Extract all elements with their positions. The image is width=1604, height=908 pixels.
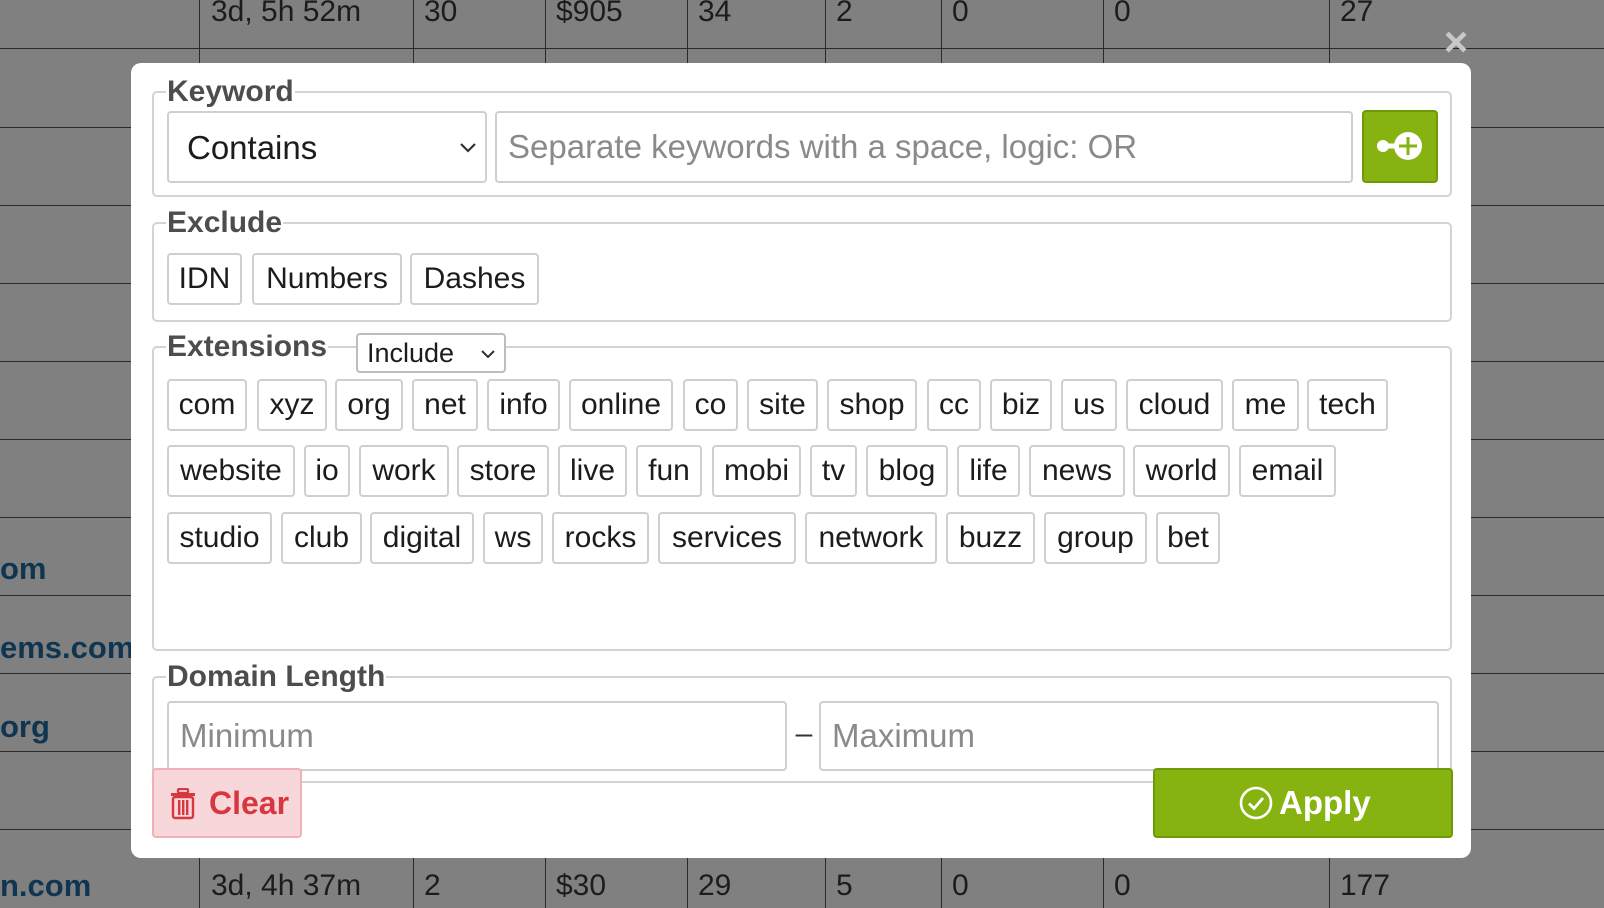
exclude-numbers-toggle[interactable]: Numbers (252, 253, 402, 305)
domain-link[interactable]: n.com (0, 870, 91, 902)
extension-chip[interactable]: net (412, 379, 478, 431)
extension-chip[interactable]: tech (1307, 379, 1388, 431)
domain-link[interactable]: om (0, 553, 47, 585)
exclude-group: Exclude IDN Numbers Dashes (152, 206, 1452, 322)
extension-chip[interactable]: bet (1156, 512, 1220, 564)
extensions-legend: Extensions (167, 330, 328, 363)
keyword-group: Keyword Contains Separate keywords with … (152, 75, 1452, 197)
trash-icon (170, 787, 196, 828)
extension-chip[interactable]: shop (827, 379, 917, 431)
exclude-idn-toggle[interactable]: IDN (167, 253, 242, 305)
check-circle-icon (1239, 786, 1273, 828)
extension-chip[interactable]: site (747, 379, 818, 431)
extension-chip[interactable]: live (558, 445, 627, 497)
extension-chip[interactable]: xyz (257, 379, 327, 431)
clear-label: Clear (209, 785, 290, 821)
extension-chip[interactable]: rocks (552, 512, 649, 564)
extension-chip[interactable]: work (359, 445, 449, 497)
extension-chip[interactable]: website (167, 445, 295, 497)
extension-chip[interactable]: life (957, 445, 1020, 497)
extension-chip[interactable]: club (281, 512, 362, 564)
apply-button[interactable]: Apply (1153, 768, 1453, 838)
close-icon[interactable]: × (1436, 21, 1476, 63)
extension-chip[interactable]: digital (370, 512, 474, 564)
extension-chip[interactable]: co (683, 379, 738, 431)
range-separator: – (795, 717, 813, 750)
add-keyword-icon (1377, 132, 1422, 160)
table-cell: 27 (1340, 0, 1374, 28)
add-keyword-button[interactable] (1362, 110, 1438, 183)
extension-chip[interactable]: fun (636, 445, 702, 497)
table-cell: 3d, 4h 37m (211, 869, 362, 902)
extension-chip[interactable]: biz (990, 379, 1052, 431)
extension-chip[interactable]: ws (483, 512, 543, 564)
table-cell: 0 (1114, 869, 1131, 902)
extension-chip[interactable]: cc (927, 379, 981, 431)
extensions-group: Extensions com xyz org net info online c… (152, 330, 1452, 651)
keyword-mode-value: Contains (187, 129, 318, 166)
extension-chip[interactable]: cloud (1126, 379, 1223, 431)
table-cell: 0 (952, 0, 969, 28)
max-length-input[interactable]: Maximum (819, 701, 1439, 771)
domain-link[interactable]: ems.com (0, 632, 134, 664)
extension-chip[interactable]: network (805, 512, 937, 564)
table-cell: 5 (836, 869, 853, 902)
row-divider (0, 48, 1604, 49)
extension-chip[interactable]: email (1239, 445, 1336, 497)
extensions-mode-value: Include (367, 338, 455, 368)
table-cell: $30 (556, 869, 607, 902)
table-cell: 0 (1114, 0, 1131, 28)
chevron-down-icon (480, 335, 496, 371)
table-cell: 177 (1340, 869, 1391, 902)
extension-chip[interactable]: services (658, 512, 796, 564)
keyword-mode-select[interactable]: Contains (167, 111, 487, 183)
table-cell: 3d, 5h 52m (211, 0, 362, 28)
table-cell: 2 (836, 0, 853, 28)
domain-link[interactable]: org (0, 711, 50, 743)
extensions-mode-select[interactable]: Include (356, 333, 506, 373)
extension-chip[interactable]: org (335, 379, 403, 431)
filter-modal: Keyword Contains Separate keywords with … (131, 63, 1471, 858)
extension-chip[interactable]: group (1044, 512, 1147, 564)
chevron-down-icon (459, 113, 477, 181)
table-cell: $905 (556, 0, 623, 28)
table-cell: 29 (698, 869, 732, 902)
table-cell: 30 (424, 0, 458, 28)
extension-chip[interactable]: store (457, 445, 549, 497)
table-cell: 34 (698, 0, 732, 28)
table-cell: 0 (952, 869, 969, 902)
extension-chip[interactable]: me (1232, 379, 1299, 431)
extension-chip[interactable]: news (1029, 445, 1125, 497)
domain-length-legend: Domain Length (167, 660, 386, 693)
apply-label: Apply (1279, 784, 1371, 821)
min-length-input[interactable]: Minimum (167, 701, 787, 771)
extension-chip[interactable]: buzz (946, 512, 1035, 564)
extension-chip[interactable]: studio (167, 512, 272, 564)
extension-chip[interactable]: online (569, 379, 673, 431)
keyword-input[interactable]: Separate keywords with a space, logic: O… (495, 111, 1353, 183)
extension-chip[interactable]: io (304, 445, 350, 497)
extension-chip[interactable]: com (167, 379, 247, 431)
extension-chip[interactable]: mobi (712, 445, 801, 497)
domain-length-group: Domain Length Minimum – Maximum (152, 660, 1452, 783)
exclude-dashes-toggle[interactable]: Dashes (410, 253, 539, 305)
extension-chip[interactable]: info (487, 379, 560, 431)
extension-chip[interactable]: world (1133, 445, 1230, 497)
table-cell: 2 (424, 869, 441, 902)
extension-chip[interactable]: tv (810, 445, 857, 497)
keyword-legend: Keyword (167, 75, 294, 108)
extension-chip[interactable]: blog (866, 445, 948, 497)
clear-button[interactable]: Clear (152, 768, 302, 838)
exclude-legend: Exclude (167, 206, 283, 239)
extension-chip[interactable]: us (1061, 379, 1117, 431)
